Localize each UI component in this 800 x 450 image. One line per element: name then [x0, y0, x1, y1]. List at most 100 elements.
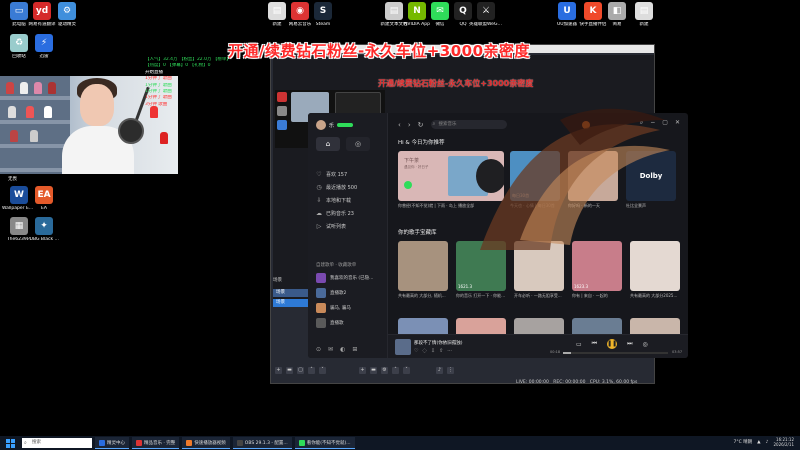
sidebar-item[interactable]: ☁ 已购音乐 23 [316, 210, 354, 217]
play-icon[interactable] [404, 181, 412, 189]
artist-card-cover[interactable] [572, 318, 622, 334]
artist-card-cover[interactable] [514, 318, 564, 334]
sidebar-item[interactable]: ⇩ 本地和下载 [316, 197, 351, 204]
coin-icon[interactable] [581, 120, 590, 129]
back-icon[interactable]: ‹ [398, 121, 401, 129]
weather-text[interactable]: 7°C 晴朗 [733, 439, 752, 445]
clock[interactable]: 16:21:12 2026/2/11 [773, 437, 794, 447]
music-player-window[interactable]: 乐 ⌂ ◎ ♡ 喜欢 157 ◷ 最近播放 500 ⇩ 本地和下载 ☁ 已购音乐 23 ▷ 试听列… [308, 113, 688, 358]
desktop-icon[interactable]: ⚙ 驱动精灵 [50, 2, 84, 27]
up-icon[interactable]: ˄ [308, 367, 315, 374]
next-icon[interactable]: ⏭ [627, 340, 632, 348]
pause-button[interactable]: ❚❚ [607, 339, 617, 349]
chat-line: 3分钟 歌曲 [145, 101, 168, 107]
artist-card-cover[interactable] [630, 318, 680, 334]
add-icon[interactable]: + [275, 367, 282, 374]
artist-card-cover[interactable] [630, 241, 680, 291]
desktop-icon-label[interactable]: 无畏 [8, 176, 17, 182]
daily-card[interactable]: Dolby 杜比全景声 [626, 151, 676, 208]
daily-card-cover[interactable]: Dolby [626, 151, 676, 201]
speaker-icon[interactable]: ♪ [436, 367, 443, 374]
avatar[interactable] [316, 120, 326, 130]
figure [44, 106, 52, 118]
sidebar-item[interactable]: ◷ 最近播放 500 [316, 184, 357, 191]
section-title-favorites: 你的歌手宝藏库 [398, 230, 437, 236]
desktop-icon[interactable]: EA EA [27, 186, 61, 211]
progress-bar[interactable] [563, 352, 668, 354]
close-icon[interactable]: ✕ [675, 119, 680, 127]
forward-icon[interactable]: › [408, 121, 411, 129]
playlist-item[interactable]: 我喜欢的音乐 (已隐... [316, 273, 373, 283]
comment-icon[interactable]: ◌ [422, 348, 426, 354]
lyrics-icon[interactable]: ◎ [642, 341, 647, 348]
desktop-icon[interactable]: ⚔ 英雄联盟WeGame [469, 2, 503, 27]
taskbar-app-button[interactable]: 看你能(不知不觉就)... [294, 437, 355, 449]
artist-card-cover[interactable] [398, 318, 448, 334]
network-icon[interactable]: ▲ [757, 440, 760, 445]
user-profile[interactable]: 乐 [316, 120, 354, 130]
music-search-input[interactable]: ⌕ 搜索音乐 [430, 120, 507, 129]
game-icon[interactable]: ⊞ [352, 346, 357, 353]
add-icon[interactable]: + [359, 367, 366, 374]
daily-card-cover[interactable]: 每日30首 [510, 151, 560, 201]
trash-icon[interactable]: ▬ [286, 367, 293, 374]
daily-card[interactable]: 你好吗 · 新的一天 [568, 151, 618, 208]
skin-icon[interactable]: ◐ [340, 346, 345, 353]
gear-icon[interactable]: ⚙ [381, 367, 388, 374]
like-icon[interactable]: ♡ [414, 348, 418, 354]
daily-card[interactable]: 每日30首 今天也 · 心情 | 每日30首 [510, 151, 560, 208]
daily-card-cover[interactable] [568, 151, 618, 201]
tab-discover[interactable]: ◎ [346, 137, 370, 151]
trash-icon[interactable]: ▬ [370, 367, 377, 374]
share-icon[interactable]: ⇧ [439, 348, 443, 354]
search-icon[interactable]: ⌕ [640, 119, 643, 127]
volume-icon[interactable]: ♪ [766, 440, 769, 445]
playlist-item[interactable]: 骗马, 骗马 [316, 303, 351, 313]
playlist-item[interactable]: 直播歌2 [316, 288, 346, 298]
taskbar-app-button[interactable]: OBS 29.1.3 - 配置... [232, 437, 292, 449]
artist-card[interactable]: 开车必听 · 一路无阻享受... [514, 241, 564, 298]
desktop-icon[interactable]: ⚡ 迅雷 [27, 34, 61, 59]
start-button[interactable] [4, 438, 16, 448]
now-playing-cover[interactable] [395, 339, 411, 355]
desktop-icon[interactable]: S Steam [306, 2, 340, 27]
taskbar-app-button[interactable]: 精灵中心 [95, 437, 129, 449]
up-icon[interactable]: ˄ [392, 367, 399, 374]
taskbar-search[interactable]: ⌕ 搜索 [22, 438, 92, 448]
refresh-icon[interactable]: ↻ [418, 121, 424, 129]
tab-home[interactable]: ⌂ [316, 137, 340, 151]
sidebar-item-label: 最近播放 500 [326, 185, 358, 191]
artist-card-cover[interactable] [514, 241, 564, 291]
down-icon[interactable]: ˅ [319, 367, 326, 374]
more-icon[interactable]: ⋯ [447, 348, 452, 354]
sidebar-item[interactable]: ♡ 喜欢 157 [316, 171, 347, 178]
artist-card-cover[interactable]: 1621.3 [456, 241, 506, 291]
mail-icon[interactable]: ✉ [328, 346, 333, 353]
artist-card-cover[interactable]: 1623.3 [572, 241, 622, 291]
more-icon[interactable]: ⋮ [447, 367, 454, 374]
mode-icon[interactable]: ▭ [576, 341, 582, 348]
artist-card-cover[interactable] [398, 241, 448, 291]
playlist-section-header[interactable]: 自建歌单 · 收藏歌单 [316, 262, 356, 268]
now-playing-title[interactable]: 那段不了情(你依旧孤独) [414, 340, 463, 346]
taskbar-app-button[interactable]: 精品音乐 · 完整 [132, 437, 180, 449]
daily-card-featured[interactable]: 下午茶 遇见你 · 好日子 你曾经(不知不觉)就 | 下雨 · 岛上 播放全部 [398, 151, 504, 208]
playlist-item[interactable]: 直播歌 [316, 318, 344, 328]
filter-icon[interactable]: ▢ [297, 367, 304, 374]
artist-card[interactable]: 共有最高的 大部分, 随机... [398, 241, 448, 298]
down-icon[interactable]: ˅ [403, 367, 410, 374]
minimize-icon[interactable]: − [650, 119, 655, 127]
sidebar-item[interactable]: ▷ 试听列表 [316, 223, 346, 230]
download-icon[interactable]: ⇩ [431, 348, 435, 354]
settings-icon[interactable]: ⊙ [316, 346, 321, 353]
desktop-icon[interactable]: ▤ 新建 [627, 2, 661, 27]
daily-card-cover[interactable]: 下午茶 遇见你 · 好日子 [398, 151, 504, 201]
artist-card-cover[interactable] [456, 318, 506, 334]
artist-card[interactable]: 1623.3 你有 | 来自 · 一起的 [572, 241, 622, 298]
artist-card[interactable]: 共有最高的 大部分2025... [630, 241, 680, 298]
desktop-icon[interactable]: ✦ PUBG Black Budget Pl... [27, 217, 61, 242]
prev-icon[interactable]: ⏮ [592, 340, 597, 348]
artist-card[interactable]: 1621.3 你的音乐 打开一下 · 你能在听... [456, 241, 506, 298]
taskbar-app-button[interactable]: 快速播放器视频 [182, 437, 230, 449]
maximize-icon[interactable]: ▢ [662, 119, 668, 127]
